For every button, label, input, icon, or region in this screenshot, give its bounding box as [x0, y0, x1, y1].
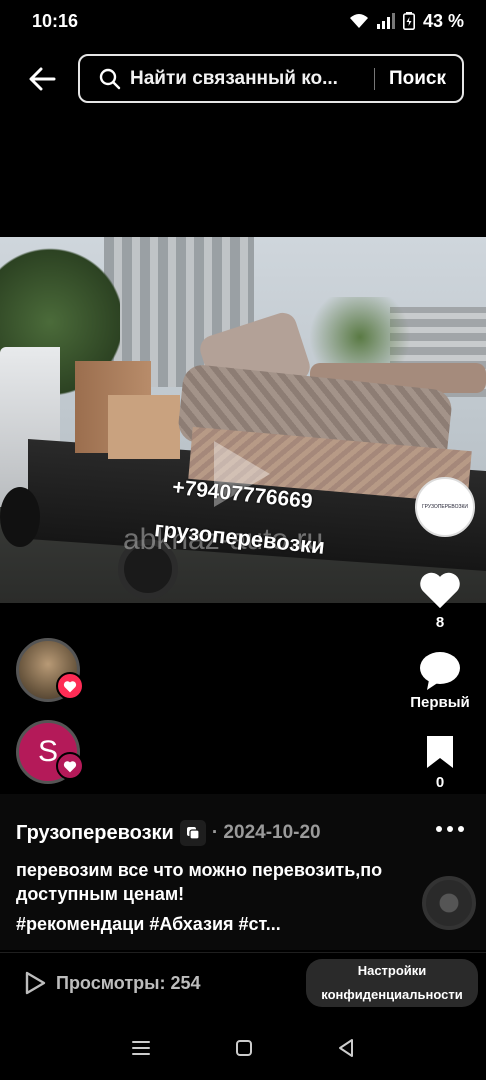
- business-logo: ГРУЗОПЕРЕВОЗКИ: [415, 477, 475, 537]
- music-disc-icon[interactable]: [422, 876, 476, 930]
- search-button[interactable]: Поиск: [389, 68, 446, 90]
- views-info: Просмотры: 254: [24, 971, 201, 995]
- post-description: перевозим все что можно перевозить,по до…: [16, 860, 383, 904]
- home-icon[interactable]: [235, 1039, 253, 1057]
- system-nav-bar: [0, 1016, 486, 1080]
- search-input[interactable]: Найти связанный ко...: [130, 68, 360, 90]
- save-count: 0: [435, 774, 445, 791]
- signal-icon: [376, 13, 395, 29]
- author-name[interactable]: Грузоперевозки: [16, 822, 174, 845]
- battery-icon: [402, 12, 415, 30]
- back-nav-icon[interactable]: [337, 1038, 355, 1058]
- views-bar: Просмотры: 254 Настройки конфиденциально…: [0, 952, 486, 1016]
- wifi-icon: [349, 14, 368, 28]
- save-button[interactable]: 0: [408, 734, 472, 791]
- business-logo-text: ГРУЗОПЕРЕВОЗКИ: [421, 504, 469, 510]
- bookmark-icon: [427, 736, 453, 768]
- arrow-left-icon: [29, 67, 56, 91]
- heart-badge-icon: [56, 752, 84, 780]
- menu-icon[interactable]: [131, 1039, 151, 1057]
- author-row: Грузоперевозки · 2024-10-20: [16, 820, 321, 846]
- like-button[interactable]: 8: [408, 570, 472, 631]
- comment-label: Первый: [410, 694, 470, 711]
- status-time: 10:16: [32, 10, 79, 31]
- post-date: · 2024-10-20: [211, 822, 321, 843]
- search-icon: [90, 68, 130, 90]
- top-bar: Найти связанный ко... Поиск: [0, 42, 486, 114]
- status-bar: 10:16 43 %: [0, 0, 486, 42]
- play-outline-icon: [25, 971, 46, 995]
- video-wheel-2: [0, 487, 40, 547]
- heart-icon: [420, 572, 460, 609]
- back-button[interactable]: [22, 62, 62, 96]
- post-hashtags[interactable]: #рекомендаци #Абхазия #ст...: [16, 914, 281, 935]
- privacy-settings-button[interactable]: Настройки конфиденциальности: [306, 959, 478, 1007]
- status-icons: 43 %: [349, 11, 464, 32]
- search-divider: [373, 67, 375, 90]
- battery-level: 43 %: [422, 10, 464, 31]
- avatar-letter: S: [37, 735, 58, 768]
- video-player[interactable]: abkhaz-auto.ru +79407776669 грузоперевоз…: [0, 237, 486, 603]
- like-count: 8: [435, 614, 445, 631]
- search-box[interactable]: Найти связанный ко... Поиск: [78, 54, 464, 103]
- post-info: Грузоперевозки · 2024-10-20 перевозим вс…: [0, 794, 486, 950]
- heart-badge-icon: [56, 672, 84, 700]
- views-count: Просмотры: 254: [56, 972, 201, 993]
- comment-button[interactable]: Первый: [408, 650, 472, 711]
- copy-icon: [179, 820, 206, 846]
- comment-icon: [420, 652, 460, 690]
- more-options-button[interactable]: [436, 826, 464, 832]
- video-cabinet-2: [108, 395, 180, 459]
